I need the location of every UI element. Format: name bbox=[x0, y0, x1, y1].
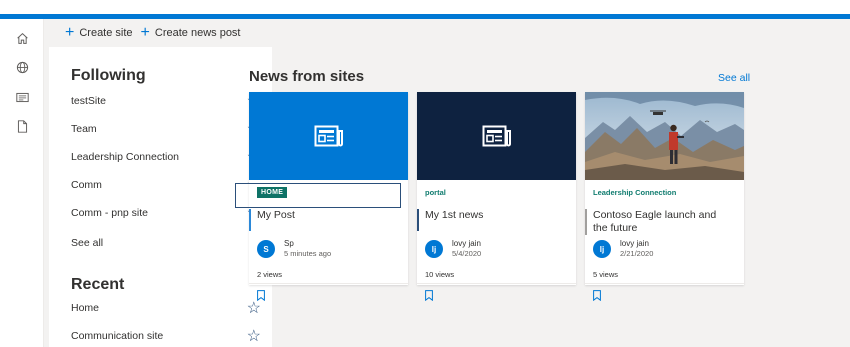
following-item[interactable]: Team ★ bbox=[71, 119, 261, 139]
news-photo bbox=[585, 92, 744, 180]
create-news-post-label: Create news post bbox=[154, 27, 241, 39]
recent-item[interactable]: Home ☆ bbox=[71, 298, 261, 318]
create-news-post-button[interactable]: + Create news post bbox=[141, 25, 241, 41]
news-thumbnail bbox=[417, 92, 576, 180]
star-outline-icon[interactable]: ☆ bbox=[247, 326, 261, 346]
avatar: lj bbox=[425, 240, 443, 258]
post-date: 5 minutes ago bbox=[284, 249, 332, 258]
home-icon[interactable] bbox=[0, 27, 44, 49]
news-see-all-link[interactable]: See all bbox=[718, 72, 750, 84]
following-see-all-link[interactable]: See all bbox=[71, 237, 103, 249]
following-item[interactable]: Comm - pnp site ★ bbox=[71, 203, 261, 223]
create-site-label: Create site bbox=[79, 27, 133, 39]
site-badge[interactable]: HOME bbox=[257, 187, 288, 198]
post-date: 2/21/2020 bbox=[620, 249, 654, 258]
author-name: lovy jain bbox=[452, 239, 481, 248]
news-card[interactable]: Leadership Connection Contoso Eagle laun… bbox=[585, 92, 744, 301]
recent-item-label: Home bbox=[71, 302, 100, 314]
post-date: 5/4/2020 bbox=[452, 249, 482, 258]
author-name: Sp bbox=[284, 239, 294, 248]
recent-item[interactable]: Communication site ☆ bbox=[71, 326, 261, 346]
divider bbox=[249, 283, 408, 284]
view-count: 5 views bbox=[593, 270, 619, 279]
news-card[interactable]: portal My 1st news lj lovy jain 5/4/2020… bbox=[417, 92, 576, 301]
following-item[interactable]: Comm ★ bbox=[71, 175, 261, 195]
following-item[interactable]: Leadership Connection ★ bbox=[71, 147, 261, 167]
avatar: S bbox=[257, 240, 275, 258]
following-item-label: Leadership Connection bbox=[71, 151, 179, 163]
view-count: 10 views bbox=[425, 270, 455, 279]
site-label[interactable]: portal bbox=[425, 188, 446, 197]
title-indicator bbox=[585, 209, 587, 235]
following-item-label: Team bbox=[71, 123, 97, 135]
following-item-label: testSite bbox=[71, 95, 107, 107]
bookmark-icon[interactable] bbox=[257, 290, 265, 301]
mountain-landscape-image bbox=[585, 92, 744, 180]
news-icon bbox=[314, 125, 343, 147]
title-indicator bbox=[249, 209, 251, 231]
divider bbox=[417, 283, 576, 284]
news-card-title[interactable]: My Post bbox=[257, 209, 397, 222]
bookmark-icon[interactable] bbox=[593, 290, 601, 301]
app-rail bbox=[0, 19, 44, 347]
following-item-label: Comm - pnp site bbox=[71, 207, 149, 219]
author-name: lovy jain bbox=[620, 239, 649, 248]
news-card-title[interactable]: My 1st news bbox=[425, 209, 565, 222]
recent-heading: Recent bbox=[71, 276, 125, 293]
bookmark-icon[interactable] bbox=[425, 290, 433, 301]
command-bar: + Create site + Create news post bbox=[44, 19, 850, 47]
following-item[interactable]: testSite ★ bbox=[71, 91, 261, 111]
news-card[interactable]: HOME My Post S Sp 5 minutes ago 2 views bbox=[235, 92, 408, 301]
following-heading: Following bbox=[71, 67, 146, 84]
news-heading: News from sites bbox=[249, 68, 365, 85]
create-site-button[interactable]: + Create site bbox=[65, 25, 133, 41]
view-count: 2 views bbox=[257, 270, 283, 279]
plus-icon: + bbox=[65, 24, 75, 41]
following-item-label: Comm bbox=[71, 179, 102, 191]
title-indicator bbox=[417, 209, 419, 231]
site-label[interactable]: Leadership Connection bbox=[593, 188, 676, 197]
avatar: lj bbox=[593, 240, 611, 258]
news-icon bbox=[482, 125, 511, 147]
document-icon[interactable] bbox=[0, 115, 44, 137]
globe-icon[interactable] bbox=[0, 56, 44, 78]
news-icon[interactable] bbox=[0, 86, 44, 108]
plus-icon: + bbox=[140, 24, 150, 41]
main-content: Following testSite ★ Team ★ Leadership C… bbox=[44, 47, 850, 347]
recent-item-label: Communication site bbox=[71, 330, 164, 342]
divider bbox=[585, 283, 744, 284]
news-card-title[interactable]: Contoso Eagle launch and the future bbox=[593, 209, 733, 235]
news-thumbnail bbox=[249, 92, 408, 180]
star-outline-icon[interactable]: ☆ bbox=[247, 298, 261, 318]
